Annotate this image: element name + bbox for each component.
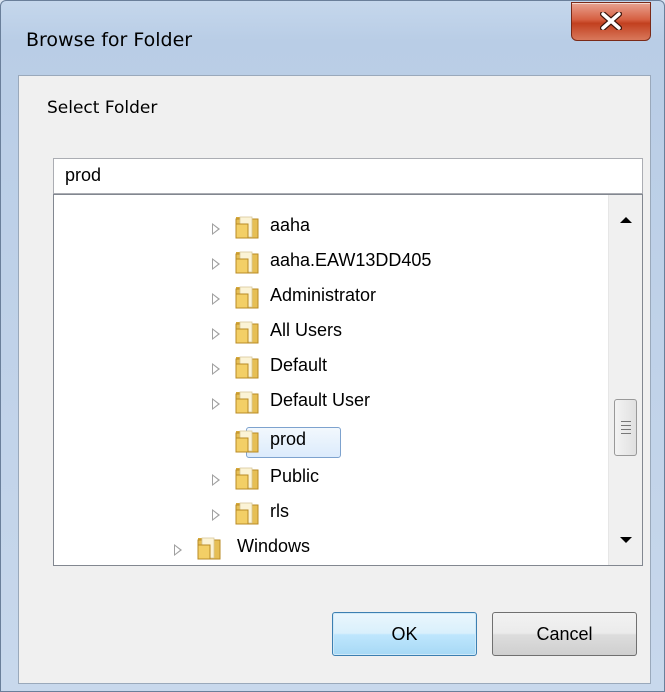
expand-arrow-icon[interactable] [212, 223, 220, 235]
tree-item-label: rls [270, 501, 289, 521]
scroll-up-icon[interactable] [620, 217, 632, 223]
expand-arrow-icon[interactable] [174, 544, 182, 556]
expand-arrow-icon[interactable] [212, 363, 220, 375]
tree-item-prod[interactable]: prod [54, 425, 606, 459]
expand-arrow-icon[interactable] [212, 258, 220, 270]
expand-arrow-icon[interactable] [212, 509, 220, 521]
dialog-caption: Select Folder [47, 98, 158, 118]
cancel-button[interactable]: Cancel [492, 612, 637, 656]
tree-item-administrator[interactable]: Administrator [54, 281, 606, 315]
tree-item-label: Windows [237, 536, 311, 556]
tree-item-all-users[interactable]: All Users [54, 316, 606, 350]
thumb-grip [621, 425, 631, 426]
tree-item-label: Default User [270, 390, 371, 410]
tree-item-label: Public [270, 466, 320, 486]
dialog-client-area: Select Folder prod aaha aaha.EAW13DD405 … [18, 75, 651, 684]
expand-arrow-icon[interactable] [212, 474, 220, 486]
expand-arrow-icon[interactable] [212, 398, 220, 410]
tree-item-label: Administrator [270, 285, 377, 305]
window-title: Browse for Folder [26, 29, 193, 51]
folder-icon [235, 430, 259, 453]
tree-item-public[interactable]: Public [54, 462, 606, 496]
folder-icon [235, 356, 259, 379]
expand-arrow-icon[interactable] [212, 293, 220, 305]
tree-item-default-user[interactable]: Default User [54, 386, 606, 420]
tree-item-rls[interactable]: rls [54, 497, 606, 531]
folder-icon [235, 467, 259, 490]
dialog-window: Browse for Folder Select Folder prod aah… [0, 0, 665, 692]
folder-icon [235, 391, 259, 414]
tree-item-label: Default [270, 355, 328, 375]
ok-button[interactable]: OK [332, 612, 477, 656]
thumb-grip [621, 421, 631, 422]
thumb-grip [621, 433, 631, 434]
tree-item-default[interactable]: Default [54, 351, 606, 385]
folder-icon [235, 502, 259, 525]
title-bar[interactable]: Browse for Folder [1, 1, 665, 75]
close-icon [600, 12, 622, 30]
folder-tree[interactable]: aaha aaha.EAW13DD405 Administrator All U… [53, 194, 643, 566]
folder-icon [235, 286, 259, 309]
close-button[interactable] [571, 2, 651, 41]
tree-item-label: prod [270, 429, 307, 449]
folder-icon [235, 321, 259, 344]
folder-icon [235, 251, 259, 274]
tree-item-label: All Users [270, 320, 343, 340]
scroll-down-icon[interactable] [620, 537, 632, 543]
tree-item-aaha-eaw13dd405[interactable]: aaha.EAW13DD405 [54, 246, 606, 280]
folder-icon [235, 216, 259, 239]
tree-item-windows[interactable]: Windows [54, 532, 606, 565]
vertical-scrollbar[interactable] [608, 195, 642, 565]
scrollbar-thumb[interactable] [614, 399, 637, 456]
tree-item-label: aaha.EAW13DD405 [270, 250, 432, 270]
tree-item-aaha[interactable]: aaha [54, 211, 606, 245]
tree-item-label: aaha [270, 215, 311, 235]
expand-arrow-icon[interactable] [212, 328, 220, 340]
folder-icon [197, 537, 221, 560]
folder-path-input[interactable]: prod [53, 158, 643, 194]
thumb-grip [621, 429, 631, 430]
